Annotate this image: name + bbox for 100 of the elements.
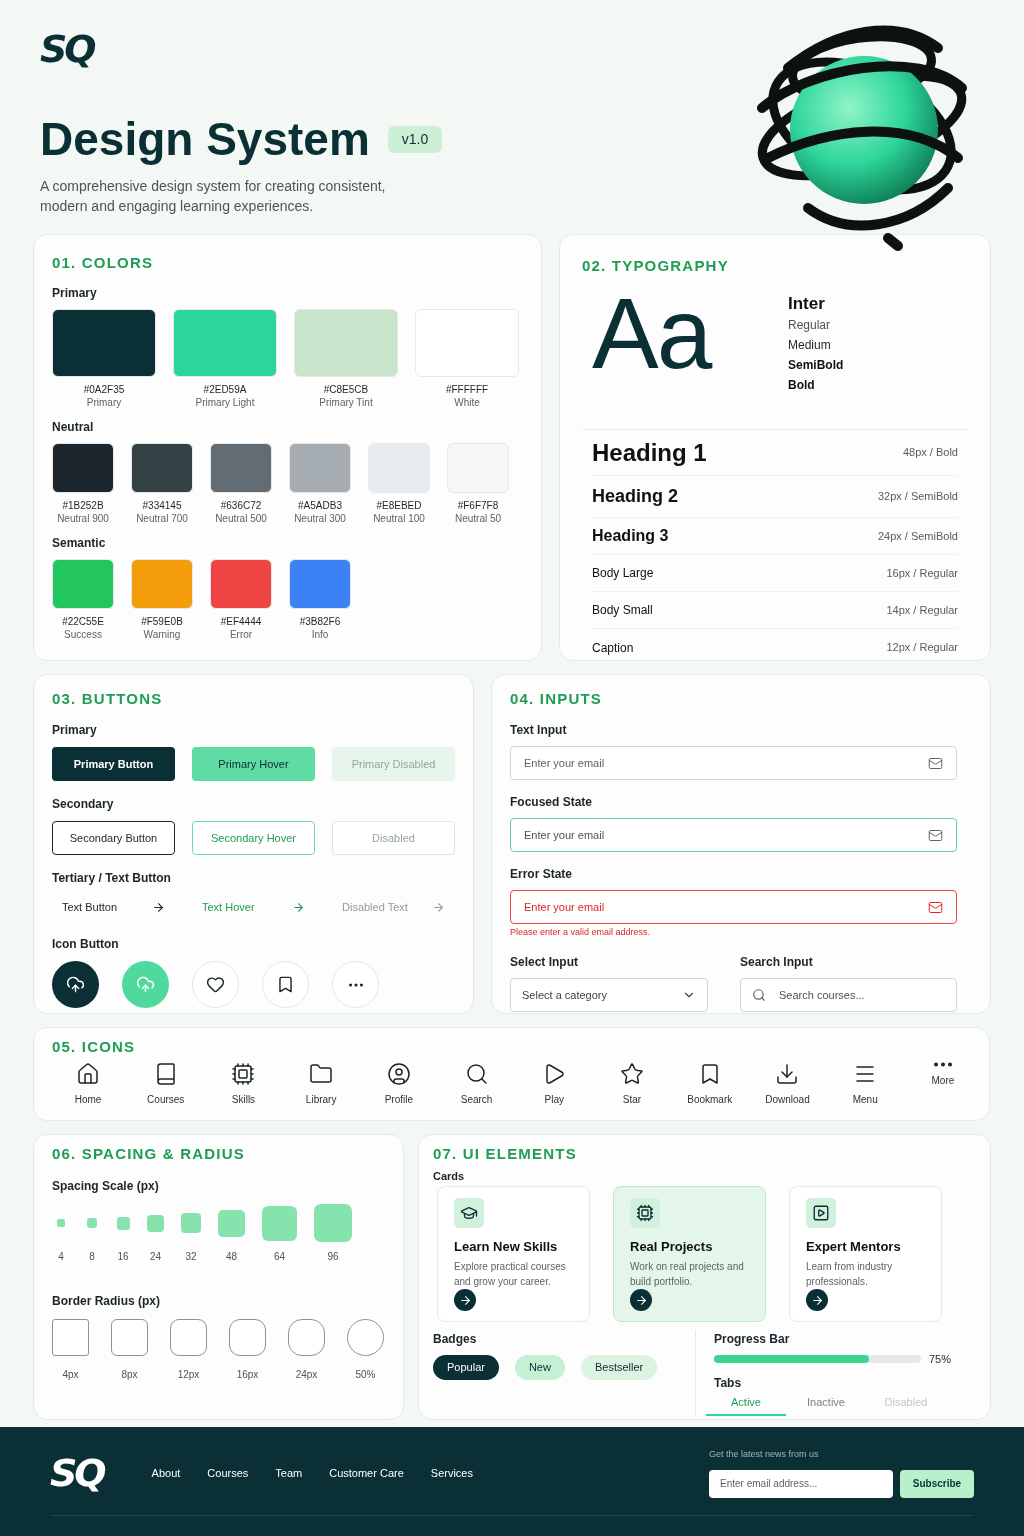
- mail-icon: [928, 756, 943, 771]
- arrow-right-icon: [152, 900, 165, 914]
- type-sample: Body Small: [592, 602, 653, 619]
- group-label: Progress Bar: [714, 1331, 791, 1348]
- type-spec: 48px / Bold: [902, 445, 958, 461]
- arrow-right-icon: [634, 1293, 648, 1307]
- primary-button[interactable]: Primary Hover: [192, 747, 315, 781]
- spacing-square: [57, 1219, 65, 1227]
- hex-code: #3B82F6: [299, 615, 341, 628]
- radius-sample: [111, 1319, 148, 1356]
- footer-link[interactable]: Services: [430, 1464, 473, 1482]
- star-icon[interactable]: [620, 1062, 645, 1086]
- arrow-button[interactable]: [630, 1289, 652, 1311]
- email-field[interactable]: Enter your email: [510, 890, 957, 924]
- section-title: 07. UI ELEMENTS: [433, 1146, 578, 1161]
- badge: Bestseller: [580, 1355, 658, 1380]
- color-name: Success: [64, 628, 102, 641]
- spacing-value: 8: [89, 1250, 95, 1264]
- radius-value: 16px: [236, 1368, 259, 1382]
- card-text: Explore practical courses and grow your career.: [454, 1260, 567, 1289]
- group-label: Border Radius (px): [52, 1293, 161, 1310]
- text-button[interactable]: Text Button: [52, 895, 175, 919]
- type-spec: 32px / SemiBold: [877, 489, 958, 505]
- tab[interactable]: Active: [706, 1393, 786, 1416]
- version-badge: v1.0: [387, 125, 443, 153]
- color-name: Neutral 100: [373, 512, 425, 525]
- icon-label: Profile: [384, 1093, 414, 1107]
- text-button[interactable]: Text Hover: [192, 895, 315, 919]
- spacing-value: 48: [225, 1250, 238, 1264]
- footer-link[interactable]: About: [151, 1464, 181, 1482]
- card-title: Learn New Skills: [454, 1240, 559, 1253]
- icon-button[interactable]: [262, 961, 309, 1008]
- icon-label: Download: [765, 1093, 810, 1107]
- video-icon: [812, 1204, 830, 1222]
- subscribe-button[interactable]: Subscribe: [900, 1469, 974, 1498]
- secondary-button[interactable]: Secondary Hover: [192, 821, 315, 855]
- icon-button[interactable]: [52, 961, 99, 1008]
- chip-icon[interactable]: [231, 1062, 256, 1086]
- spacing-square: [181, 1213, 201, 1233]
- icon-button[interactable]: [192, 961, 239, 1008]
- section-title: 04. INPUTS: [510, 691, 604, 706]
- hex-code: #636C72: [220, 499, 262, 512]
- type-sample: Heading 1: [592, 437, 707, 468]
- font-weight: Bold: [788, 377, 816, 394]
- search-icon: [752, 988, 766, 1002]
- download-icon[interactable]: [775, 1062, 800, 1086]
- hex-code: #1B252B: [62, 499, 104, 512]
- secondary-button[interactable]: Secondary Button: [52, 821, 175, 855]
- arrow-right-icon: [810, 1293, 824, 1307]
- arrow-button[interactable]: [806, 1289, 828, 1311]
- badge: New: [514, 1355, 565, 1380]
- select-dropdown[interactable]: Select a category: [510, 978, 708, 1012]
- mail-icon: [928, 900, 943, 915]
- tab[interactable]: Inactive: [786, 1393, 866, 1416]
- primary-button[interactable]: Primary Button: [52, 747, 175, 781]
- spacing-value: 16: [117, 1250, 129, 1264]
- group-label: Badges: [433, 1331, 478, 1348]
- type-sample: Heading 3: [592, 526, 669, 546]
- spacing-value: 24: [149, 1250, 162, 1264]
- email-field[interactable]: Enter email address...: [709, 1469, 893, 1498]
- color-name: Primary Tint: [319, 396, 373, 409]
- icon-label: Menu: [852, 1093, 878, 1107]
- color-name: Neutral 50: [454, 512, 502, 525]
- home-icon[interactable]: [76, 1062, 100, 1086]
- feature-card[interactable]: Learn New Skills Explore practical courses and grow your career.: [437, 1186, 590, 1322]
- icon-label: Star: [622, 1093, 642, 1107]
- type-spec: 16px / Regular: [886, 565, 958, 581]
- type-sample: Caption: [592, 639, 634, 657]
- radius-value: 8px: [121, 1368, 138, 1382]
- group-label: Icon Button: [52, 936, 120, 953]
- footer-link[interactable]: Team: [275, 1464, 303, 1482]
- type-spec: 14px / Regular: [886, 602, 958, 618]
- radius-sample: [347, 1319, 384, 1356]
- folder-icon[interactable]: [309, 1062, 334, 1086]
- search-icon[interactable]: [464, 1062, 489, 1086]
- type-sample: Heading 2: [592, 485, 679, 508]
- arrow-button[interactable]: [454, 1289, 476, 1311]
- icon-label: Search: [460, 1093, 493, 1107]
- spacing-square: [218, 1209, 245, 1237]
- spacing-value: 64: [273, 1250, 286, 1264]
- more-icon[interactable]: [933, 1062, 952, 1067]
- icon-label: Courses: [147, 1093, 185, 1107]
- footer-link[interactable]: Courses: [207, 1464, 249, 1482]
- user-icon[interactable]: [386, 1062, 411, 1086]
- logo: SQ: [50, 1454, 104, 1492]
- feature-card[interactable]: Expert Mentors Learn from industry professionals.: [789, 1186, 942, 1322]
- section-title: 02. TYPOGRAPHY: [582, 258, 730, 273]
- card-text: Work on real projects and build portfolio.: [630, 1260, 745, 1289]
- footer-link[interactable]: Customer Care: [329, 1464, 404, 1482]
- feature-card[interactable]: Real Projects Work on real projects and build portfolio.: [613, 1186, 766, 1322]
- radius-value: 50%: [355, 1368, 376, 1382]
- email-field[interactable]: Enter your email: [510, 818, 957, 852]
- icon-label: Library: [305, 1093, 337, 1107]
- group-label: Search Input: [740, 954, 814, 971]
- icon-label: Home: [74, 1093, 102, 1107]
- search-field[interactable]: Search courses...: [740, 978, 957, 1012]
- section-title: 01. COLORS: [52, 255, 155, 270]
- hex-code: #F6F7F8: [457, 499, 499, 512]
- group-label: Primary: [52, 285, 98, 302]
- arrow-right-icon: [432, 900, 445, 914]
